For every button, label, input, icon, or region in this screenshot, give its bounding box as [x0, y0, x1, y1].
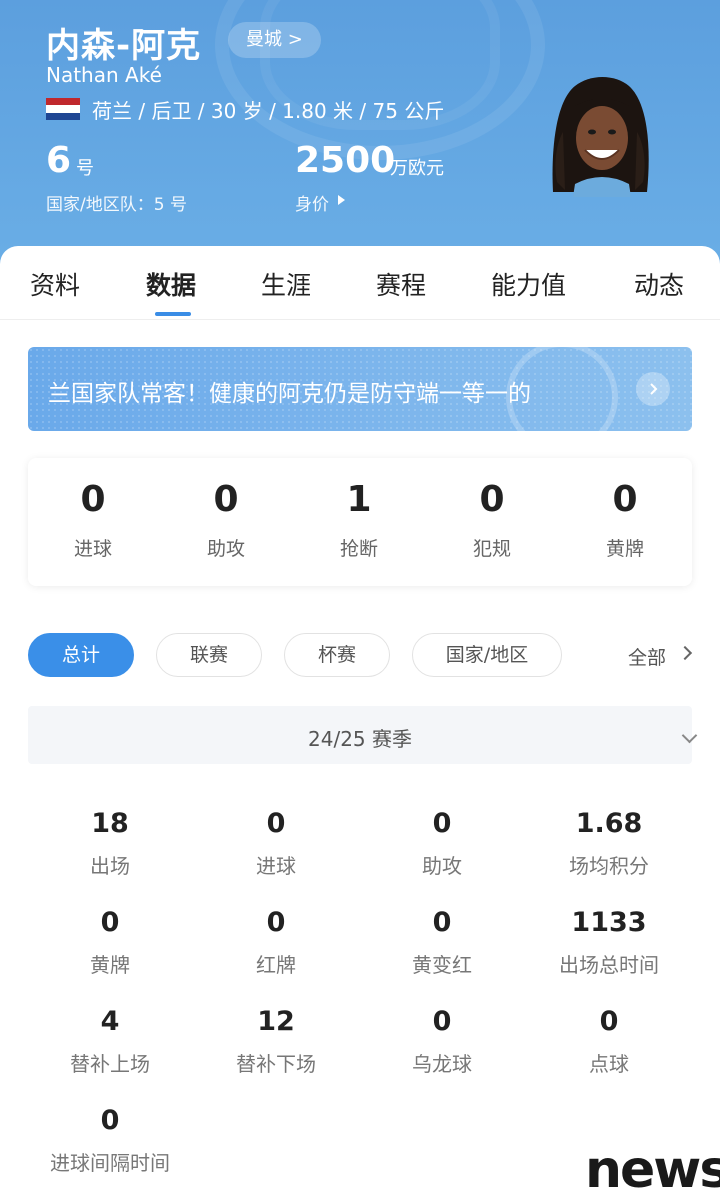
recent-stat-assists: 0 助攻 [176, 478, 276, 561]
all-filters-link[interactable]: 全部 [628, 643, 666, 670]
recent-stat-value: 1 [346, 479, 372, 520]
player-avatar [552, 77, 649, 197]
stat-label: 出场 [90, 854, 130, 878]
recent-stat-yellow-cards: 0 黄牌 [575, 478, 675, 561]
market-value-unit: 万欧元 [390, 158, 444, 179]
stat-label: 替补上场 [70, 1052, 150, 1076]
stat-goals: 0 进球 [193, 809, 359, 879]
stat-red-cards: 0 红牌 [193, 908, 359, 978]
banner-headline: 兰国家队常客！健康的阿克仍是防守端一等一的 [48, 381, 531, 407]
stat-label: 黄变红 [412, 953, 472, 977]
stat-points-per-game: 1.68 场均积分 [526, 809, 692, 879]
tab-data[interactable]: 数据 [146, 266, 196, 302]
stat-appearances: 18 出场 [27, 809, 193, 879]
stat-value: 1133 [571, 907, 647, 938]
stat-value: 0 [100, 907, 120, 938]
chevron-right-icon [677, 645, 693, 661]
season-value: 24/25 赛季 [308, 727, 412, 751]
player-name-cn: 内森-阿克 [46, 26, 202, 66]
stat-value: 0 [432, 1006, 452, 1037]
shirt-number: 6 [46, 140, 72, 181]
market-value-link[interactable]: 身价 [295, 190, 329, 215]
stat-label: 出场总时间 [559, 953, 659, 977]
tab-career[interactable]: 生涯 [261, 266, 311, 302]
shirt-number-unit: 号 [76, 158, 94, 179]
stat-label: 点球 [589, 1052, 629, 1076]
stat-value: 0 [100, 1105, 120, 1136]
recent-stat-label: 黄牌 [605, 538, 644, 560]
recent-stat-value: 0 [479, 479, 505, 520]
stat-value: 1.68 [575, 808, 643, 839]
stat-label: 替补下场 [236, 1052, 316, 1076]
recent-stat-value: 0 [213, 479, 239, 520]
play-arrow-icon [338, 195, 345, 205]
recent-match-stats: 0 进球 0 助攻 1 抢断 0 犯规 0 黄牌 [28, 458, 692, 586]
tab-news[interactable]: 动态 [634, 266, 684, 302]
recent-stat-goals: 0 进球 [43, 478, 143, 561]
recent-stat-value: 0 [80, 479, 106, 520]
stat-sub-off: 12 替补下场 [193, 1007, 359, 1077]
stat-own-goals: 0 乌龙球 [359, 1007, 525, 1077]
stat-penalties: 0 点球 [526, 1007, 692, 1077]
recent-stat-label: 进球 [73, 538, 112, 560]
stat-value: 0 [599, 1006, 619, 1037]
banner-arrow-button[interactable] [636, 372, 670, 406]
club-link-button[interactable]: 曼城 > [228, 22, 321, 58]
filter-cup[interactable]: 杯赛 [284, 633, 390, 677]
chevron-right-icon [650, 383, 658, 395]
stat-label: 助攻 [422, 854, 462, 878]
stat-label: 红牌 [256, 953, 296, 977]
recent-stat-value: 0 [612, 479, 638, 520]
news-banner[interactable]: 兰国家队常客！健康的阿克仍是防守端一等一的 [28, 347, 692, 431]
stat-value: 18 [91, 808, 129, 839]
stat-goal-interval: 0 进球间隔时间 [27, 1106, 193, 1176]
market-value: 2500 [295, 140, 396, 181]
player-header: 内森-阿克 曼城 > Nathan Aké 荷兰 / 后卫 / 30 岁 / 1… [0, 0, 720, 270]
tab-profile[interactable]: 资料 [30, 266, 80, 302]
tab-schedule[interactable]: 赛程 [376, 266, 426, 302]
stat-value: 0 [266, 907, 286, 938]
filter-total[interactable]: 总计 [28, 633, 134, 677]
stat-label: 进球间隔时间 [50, 1151, 170, 1175]
tab-ability[interactable]: 能力值 [491, 266, 566, 302]
stat-value: 12 [257, 1006, 295, 1037]
stat-value: 0 [432, 808, 452, 839]
stat-value: 0 [266, 808, 286, 839]
news-watermark-logo: news [585, 1140, 720, 1199]
national-team-number: 国家/地区队：5 号 [46, 195, 187, 215]
player-name-en: Nathan Aké [46, 63, 162, 87]
stat-second-yellow: 0 黄变红 [359, 908, 525, 978]
stat-total-minutes: 1133 出场总时间 [526, 908, 692, 978]
stat-label: 乌龙球 [412, 1052, 472, 1076]
filter-league[interactable]: 联赛 [156, 633, 262, 677]
filter-national[interactable]: 国家/地区 [412, 633, 562, 677]
recent-stat-fouls: 0 犯规 [442, 478, 542, 561]
stat-assists: 0 助攻 [359, 809, 525, 879]
recent-stat-label: 犯规 [472, 538, 511, 560]
season-select[interactable]: 24/25 赛季 [28, 706, 698, 764]
stat-label: 场均积分 [569, 854, 649, 878]
recent-stat-tackles: 1 抢断 [309, 478, 409, 561]
recent-stat-label: 助攻 [206, 538, 245, 560]
player-info: 荷兰 / 后卫 / 30 岁 / 1.80 米 / 75 公斤 [92, 99, 445, 123]
stat-value: 0 [432, 907, 452, 938]
stat-label: 进球 [256, 854, 296, 878]
profile-tabs: 资料 数据 生涯 赛程 能力值 动态 [0, 246, 720, 320]
stat-label: 黄牌 [90, 953, 130, 977]
active-tab-indicator [155, 312, 191, 316]
stat-sub-on: 4 替补上场 [27, 1007, 193, 1077]
stat-value: 4 [100, 1006, 120, 1037]
stat-yellow-cards: 0 黄牌 [27, 908, 193, 978]
recent-stat-label: 抢断 [339, 538, 378, 560]
netherlands-flag-icon [46, 98, 80, 120]
